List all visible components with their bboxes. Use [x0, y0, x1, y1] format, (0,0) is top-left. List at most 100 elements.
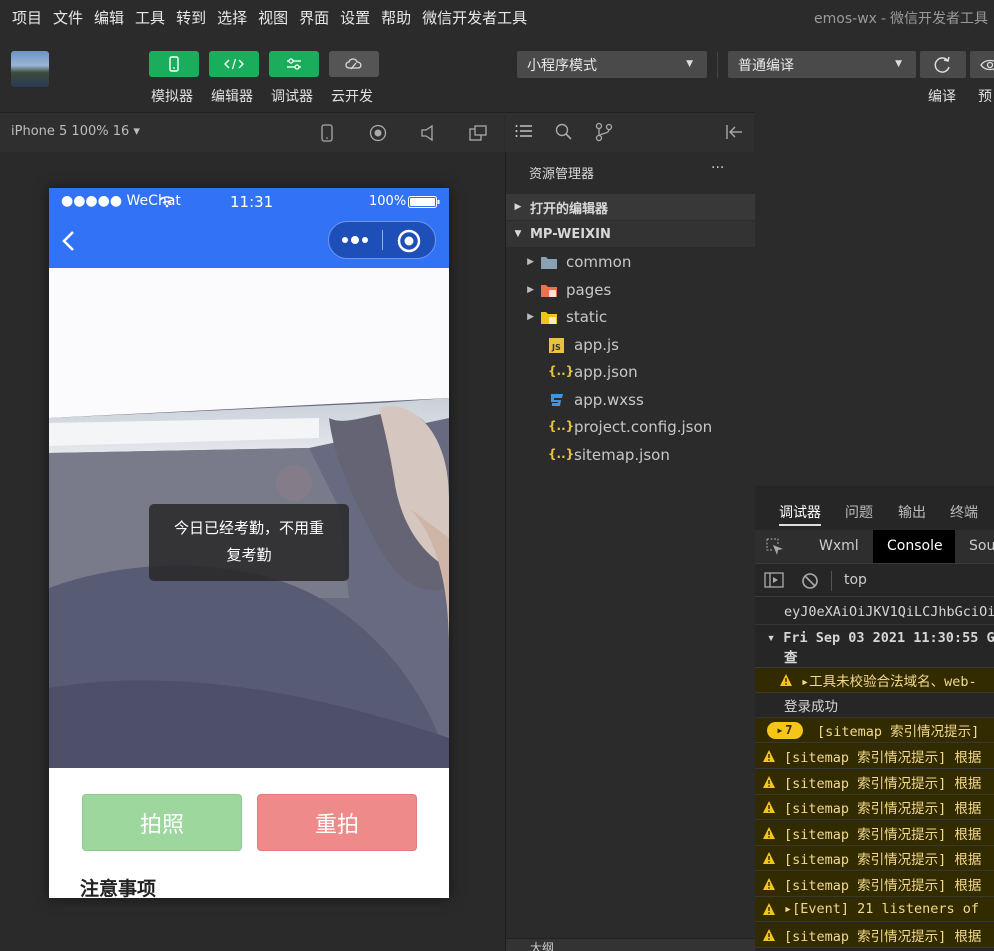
editor-button[interactable] [209, 51, 259, 77]
more-dots-icon[interactable] [341, 234, 371, 246]
mode-select-value: 小程序模式 [527, 57, 597, 74]
compile-button[interactable] [920, 51, 966, 78]
tree-item-label: app.wxss [574, 391, 644, 409]
explorer-panel: 资源管理器 ··· ▶ 打开的编辑器 ▼ MP-WEIXIN ▶ common … [505, 152, 755, 951]
compile-select[interactable]: 普通编译 ▼ [728, 51, 916, 78]
log-warning[interactable]: ▸工具未校验合法域名、web- [755, 668, 994, 693]
debugger-button[interactable] [269, 51, 319, 77]
tree-item-pages[interactable]: ▶ pages [506, 277, 755, 303]
log-warning[interactable]: [sitemap 索引情况提示] 根据 [755, 923, 994, 948]
tree-item-app-js[interactable]: JS app.js [506, 332, 755, 358]
mode-select[interactable]: 小程序模式 ▼ [517, 51, 707, 78]
open-editors-section[interactable]: ▶ 打开的编辑器 [506, 194, 755, 220]
status-time: 11:31 [230, 193, 274, 211]
source-control-icon[interactable] [595, 122, 613, 142]
simulator-button[interactable] [149, 51, 199, 77]
clear-console-icon[interactable] [801, 572, 819, 590]
menu-devtools[interactable]: 微信开发者工具 [422, 7, 527, 28]
cloud-button[interactable] [329, 51, 379, 77]
log-text: [sitemap 索引情况提示] 根据 [784, 776, 982, 792]
compile-select-value: 普通编译 [738, 57, 794, 74]
log-warning[interactable]: [sitemap 索引情况提示] 根据 [755, 795, 994, 820]
log-warning-event[interactable]: ▸[Event] 21 listeners of [755, 897, 994, 922]
menu-goto[interactable]: 转到 [176, 7, 206, 28]
tree-item-sitemap[interactable]: {..} sitemap.json [506, 442, 755, 468]
menu-edit[interactable]: 编辑 [94, 7, 124, 28]
tree-item-app-wxss[interactable]: app.wxss [506, 387, 755, 413]
menu-tools[interactable]: 工具 [135, 7, 165, 28]
popout-icon[interactable] [469, 124, 487, 142]
back-arrow-icon[interactable] [61, 230, 75, 252]
eye-icon [980, 59, 994, 70]
list-icon[interactable] [515, 123, 533, 139]
warning-icon [780, 674, 792, 686]
phone-rotate-icon[interactable] [319, 123, 335, 143]
chevron-right-icon: ▶ [777, 725, 783, 735]
retake-button[interactable]: 重拍 [257, 794, 417, 851]
retake-label: 重拍 [314, 812, 359, 838]
code-icon [224, 58, 244, 70]
json-file-icon: {..} [548, 447, 575, 461]
warning-icon [763, 750, 775, 762]
device-select[interactable]: iPhone 5 100% 16 ▾ [11, 124, 140, 139]
search-icon[interactable] [555, 123, 573, 141]
devtools-tab-wxml[interactable]: Wxml [819, 538, 859, 554]
tree-item-app-json[interactable]: {..} app.json [506, 359, 755, 385]
tree-item-static[interactable]: ▶ static [506, 304, 755, 330]
menu-view[interactable]: 视图 [258, 7, 288, 28]
wifi-icon [159, 196, 175, 208]
capsule-divider [382, 230, 383, 250]
chevron-right-icon: ▶ [514, 202, 522, 212]
menu-interface[interactable]: 界面 [299, 7, 329, 28]
tree-item-common[interactable]: ▶ common [506, 249, 755, 275]
devtools-tab-sources[interactable]: Sou [969, 538, 994, 554]
log-text: [sitemap 索引情况提示] 根据 [784, 801, 982, 817]
log-text: ▸工具未校验合法域名、web- [801, 674, 977, 690]
outline-label: 大纲 [530, 941, 555, 951]
menu-help[interactable]: 帮助 [381, 7, 411, 28]
tree-item-label: static [566, 308, 608, 326]
tab-output[interactable]: 输出 [898, 502, 926, 522]
menu-project[interactable]: 项目 [12, 7, 42, 28]
record-icon[interactable] [369, 124, 387, 142]
preview-button[interactable] [970, 51, 994, 78]
inspect-element-icon[interactable] [766, 538, 784, 556]
take-photo-button[interactable]: 拍照 [82, 794, 242, 851]
warning-icon [763, 929, 775, 941]
tab-debugger[interactable]: 调试器 [779, 502, 821, 522]
log-text: eyJ0eXAiOiJKV1QiLCJhbGciOi [784, 604, 994, 620]
devtools-tab-console[interactable]: Console [873, 530, 955, 563]
tab-problems[interactable]: 问题 [845, 502, 873, 522]
log-group-header[interactable]: ▾ Fri Sep 03 2021 11:30:55 G 查 [755, 626, 994, 668]
menu-select[interactable]: 选择 [217, 7, 247, 28]
outline-section[interactable]: 大纲 [506, 938, 755, 951]
avatar[interactable] [11, 51, 49, 87]
log-text: [sitemap 索引情况提示] 根据 [784, 750, 982, 766]
log-text: [sitemap 索引情况提示] 根据 [784, 827, 982, 843]
menu-settings[interactable]: 设置 [340, 7, 370, 28]
context-select[interactable]: top [844, 572, 867, 588]
log-warning[interactable]: [sitemap 索引情况提示] 根据 [755, 821, 994, 846]
log-warning[interactable]: [sitemap 索引情况提示] 根据 [755, 770, 994, 795]
warning-count-badge: ▶ 7 [767, 721, 803, 739]
collapse-panel-icon[interactable] [725, 124, 743, 140]
explorer-more-button[interactable]: ··· [711, 160, 724, 176]
volume-icon[interactable] [420, 124, 436, 142]
sidebar-toggle-icon[interactable] [764, 571, 784, 589]
log-warning-group[interactable]: ▶ 7 [sitemap 索引情况提示] [755, 718, 994, 743]
cloud-label: 云开发 [331, 89, 373, 105]
toast-text: 今日已经考勤，不用重复考勤 [173, 519, 324, 564]
log-warning[interactable]: [sitemap 索引情况提示] 根据 [755, 846, 994, 871]
compile-label: 编译 [928, 89, 956, 105]
log-warning[interactable]: [sitemap 索引情况提示] 根据 [755, 744, 994, 769]
toast-message: 今日已经考勤，不用重复考勤 [149, 504, 349, 581]
menu-file[interactable]: 文件 [53, 7, 83, 28]
project-section[interactable]: ▼ MP-WEIXIN [506, 221, 755, 247]
tree-item-project-config[interactable]: {..} project.config.json [506, 414, 755, 440]
chevron-right-icon: ▶ [527, 312, 534, 322]
log-warning[interactable]: [sitemap 索引情况提示] 根据 [755, 872, 994, 897]
log-text: ▾ Fri Sep 03 2021 11:30:55 G [767, 630, 994, 646]
tab-terminal[interactable]: 终端 [950, 502, 978, 522]
close-mini-program-icon[interactable] [397, 229, 421, 253]
css-file-icon [551, 394, 563, 406]
